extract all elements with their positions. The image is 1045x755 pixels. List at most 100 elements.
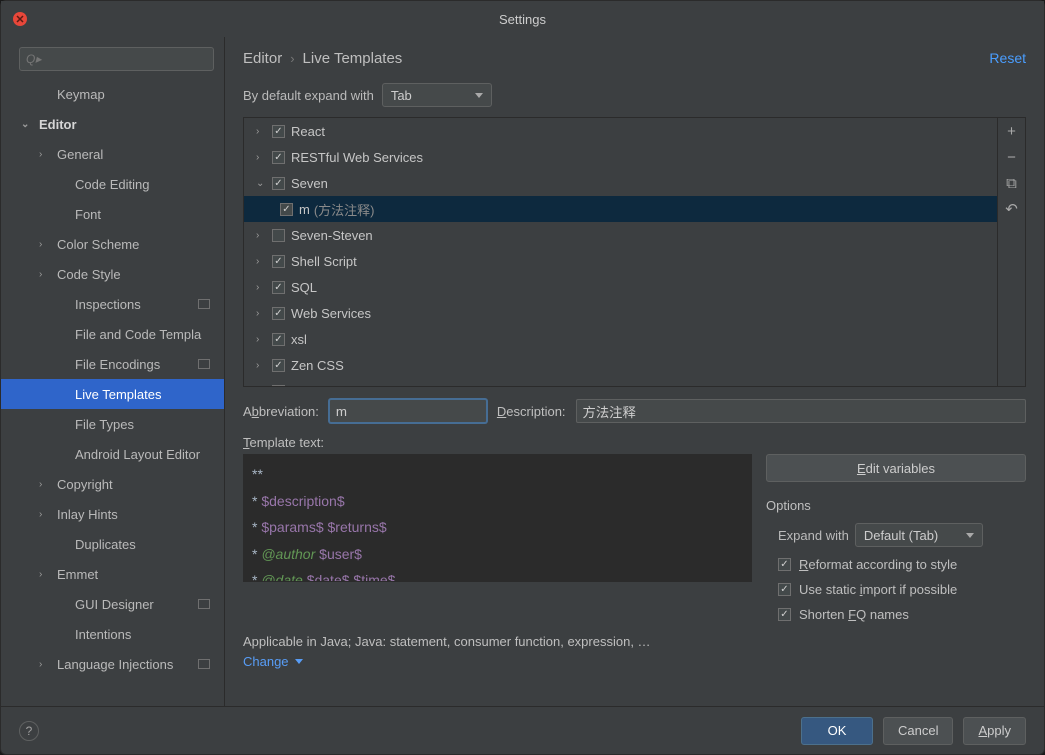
reset-link[interactable]: Reset — [989, 50, 1026, 66]
sidebar-item[interactable]: Code Editing — [1, 169, 224, 199]
sidebar-item-label: File and Code Templa — [75, 327, 201, 342]
sidebar-item-label: GUI Designer — [75, 597, 154, 612]
template-text-editor[interactable]: ** * $description$ * $params$ $returns$ … — [243, 454, 752, 582]
sidebar-item[interactable]: ›General — [1, 139, 224, 169]
checkbox-icon — [778, 558, 791, 571]
shorten-fq-checkbox-row[interactable]: Shorten FQ names — [766, 607, 1026, 622]
checkbox-icon[interactable] — [272, 281, 285, 294]
checkbox-icon[interactable] — [272, 151, 285, 164]
checkbox-icon[interactable] — [272, 307, 285, 320]
template-item[interactable]: ›xsl — [244, 326, 997, 352]
sidebar-item[interactable]: ›Language Injections — [1, 649, 224, 679]
sidebar-item-label: Font — [75, 207, 101, 222]
help-icon: ? — [26, 724, 33, 738]
static-import-checkbox-row[interactable]: Use static import if possible — [766, 582, 1026, 597]
expand-with-label: Expand with — [778, 528, 849, 543]
sidebar-item[interactable]: ⌄Editor — [1, 109, 224, 139]
template-item[interactable]: › SQL — [244, 274, 997, 300]
undo-icon: ↶ — [1005, 200, 1018, 218]
template-item[interactable]: ›React — [244, 118, 997, 144]
template-item[interactable]: ›Seven-Steven — [244, 222, 997, 248]
chevron-icon: › — [39, 509, 51, 520]
sidebar-item[interactable]: File Encodings — [1, 349, 224, 379]
sidebar-item[interactable]: ›Emmet — [1, 559, 224, 589]
templates-tree[interactable]: ›React›RESTful Web Services ⌄ Seven m(方法注释)… — [244, 118, 997, 386]
add-button[interactable]: + — [998, 118, 1025, 144]
checkbox-icon — [778, 583, 791, 596]
sidebar-item[interactable]: Live Templates — [1, 379, 224, 409]
template-label: Zen CSS — [291, 358, 344, 373]
checkbox-icon[interactable] — [272, 229, 285, 242]
window-title: Settings — [499, 12, 546, 27]
chevron-icon: › — [39, 659, 51, 670]
checkbox-icon[interactable] — [280, 203, 293, 216]
sidebar-item[interactable]: › Inlay Hints — [1, 499, 224, 529]
sidebar-item[interactable]: Keymap — [1, 79, 224, 109]
template-label: Zen HTML — [291, 384, 352, 387]
chevron-icon: › — [256, 282, 268, 293]
duplicate-button[interactable]: ⧉ — [998, 170, 1025, 196]
checkbox-icon[interactable] — [272, 359, 285, 372]
crumb-editor[interactable]: Editor — [243, 50, 282, 67]
sidebar-item[interactable]: Intentions — [1, 619, 224, 649]
sidebar-item-label: Intentions — [75, 627, 131, 642]
close-button[interactable] — [13, 12, 27, 26]
template-item[interactable]: m(方法注释) — [244, 196, 997, 222]
chevron-icon: › — [256, 386, 268, 387]
sidebar-item[interactable]: File Types — [1, 409, 224, 439]
sidebar-item[interactable]: ›Copyright — [1, 469, 224, 499]
search-input[interactable] — [19, 47, 214, 71]
sidebar-item-label: Live Templates — [75, 387, 161, 402]
abbreviation-input[interactable] — [329, 399, 487, 423]
expand-with-dropdown[interactable]: Default (Tab) — [855, 523, 983, 547]
template-item[interactable]: ›Web Services — [244, 300, 997, 326]
cancel-button[interactable]: Cancel — [883, 717, 953, 745]
sidebar-item-label: Inspections — [75, 297, 141, 312]
project-badge-icon — [198, 299, 210, 309]
templates-actions: + − ⧉ ↶ — [997, 118, 1025, 386]
checkbox-icon[interactable] — [272, 177, 285, 190]
expand-dropdown[interactable]: Tab — [382, 83, 492, 107]
sidebar-item[interactable]: Font — [1, 199, 224, 229]
checkbox-icon[interactable] — [272, 125, 285, 138]
sidebar-item-label: Inlay Hints — [57, 507, 118, 522]
checkbox-icon[interactable] — [272, 333, 285, 346]
change-link[interactable]: Change — [225, 652, 1044, 679]
applicable-text: Applicable in Java; Java: statement, con… — [225, 630, 1044, 652]
sidebar-item-label: Duplicates — [75, 537, 136, 552]
checkbox-icon — [778, 608, 791, 621]
template-item[interactable]: › Zen HTML — [244, 378, 997, 386]
template-item[interactable]: ›Shell Script — [244, 248, 997, 274]
crumb-live-templates: Live Templates — [303, 50, 403, 67]
sidebar-item[interactable]: File and Code Templa — [1, 319, 224, 349]
chevron-icon: › — [256, 360, 268, 371]
template-label: SQL — [291, 280, 317, 295]
reformat-checkbox-row[interactable]: Reformat according to style — [766, 557, 1026, 572]
sidebar-tree[interactable]: Keymap⌄Editor›GeneralCode EditingFont›Co… — [1, 79, 224, 706]
apply-button[interactable]: Apply — [963, 717, 1026, 745]
help-button[interactable]: ? — [19, 721, 39, 741]
sidebar-item[interactable]: ›Color Scheme — [1, 229, 224, 259]
chevron-icon: › — [256, 126, 268, 137]
description-input[interactable] — [576, 399, 1026, 423]
sidebar-item[interactable]: Duplicates — [1, 529, 224, 559]
remove-button[interactable]: − — [998, 144, 1025, 170]
chevron-icon: ⌄ — [256, 178, 268, 189]
template-label: Seven — [291, 176, 328, 191]
sidebar-item[interactable]: Android Layout Editor — [1, 439, 224, 469]
template-item[interactable]: ⌄ Seven — [244, 170, 997, 196]
edit-variables-button[interactable]: Edit variables — [766, 454, 1026, 482]
chevron-icon: › — [39, 239, 51, 250]
sidebar-item[interactable]: GUI Designer — [1, 589, 224, 619]
checkbox-icon[interactable] — [272, 385, 285, 387]
minus-icon: − — [1007, 149, 1016, 166]
chevron-icon: ⌄ — [21, 119, 33, 130]
sidebar-item[interactable]: ›Code Style — [1, 259, 224, 289]
checkbox-icon[interactable] — [272, 255, 285, 268]
template-item[interactable]: › Zen CSS — [244, 352, 997, 378]
ok-button[interactable]: OK — [801, 717, 873, 745]
sidebar-item[interactable]: Inspections — [1, 289, 224, 319]
revert-button[interactable]: ↶ — [998, 196, 1025, 222]
sidebar-item-label: Code Style — [57, 267, 121, 282]
template-item[interactable]: ›RESTful Web Services — [244, 144, 997, 170]
